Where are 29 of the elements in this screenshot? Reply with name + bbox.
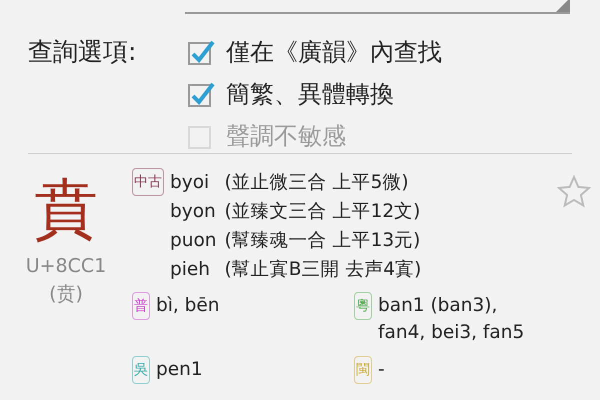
options-label: 查詢選項: [28, 36, 138, 68]
dialect-reading: - [378, 358, 385, 382]
checkbox[interactable] [188, 38, 216, 66]
dropdown-field[interactable] [185, 0, 570, 14]
rhyme-description: (並止微三合 上平5微) [224, 171, 410, 195]
checkbox[interactable] [188, 80, 216, 108]
option-label: 僅在《廣韻》內查找 [226, 37, 442, 68]
dialect-reading: pen1 [156, 358, 203, 382]
simplified-form: (贲) [49, 282, 83, 307]
dialect-badge: 普 [132, 292, 150, 320]
dialect-badge: 粵 [354, 292, 372, 320]
romanization: byoi [170, 171, 210, 195]
romanization: pieh [170, 258, 211, 282]
star-icon[interactable] [556, 174, 592, 210]
option-label: 簡繁、異體轉換 [226, 79, 394, 110]
dialect-badge: 吳 [132, 356, 150, 384]
dialect-reading: ban1 (ban3), fan4, bei3, fan5 [378, 294, 526, 345]
romanization: byon [170, 200, 217, 224]
rhyme-description: (並臻文三合 上平12文) [224, 200, 422, 224]
middle-chinese-badge: 中古 [132, 168, 164, 196]
dropdown-arrow-icon [556, 0, 570, 12]
headword-character: 賁 [34, 172, 98, 249]
dialect-badge: 閩 [354, 356, 372, 384]
codepoint-label: U+8CC1 [26, 254, 106, 279]
romanization: puon [170, 229, 217, 253]
dialect-reading: bì, bēn [156, 294, 220, 318]
option-label: 聲調不敏感 [226, 121, 346, 152]
rhyme-description: (幫止寘B三開 去声4寘) [224, 258, 422, 282]
rhyme-description: (幫臻魂一合 上平13元) [224, 229, 422, 253]
